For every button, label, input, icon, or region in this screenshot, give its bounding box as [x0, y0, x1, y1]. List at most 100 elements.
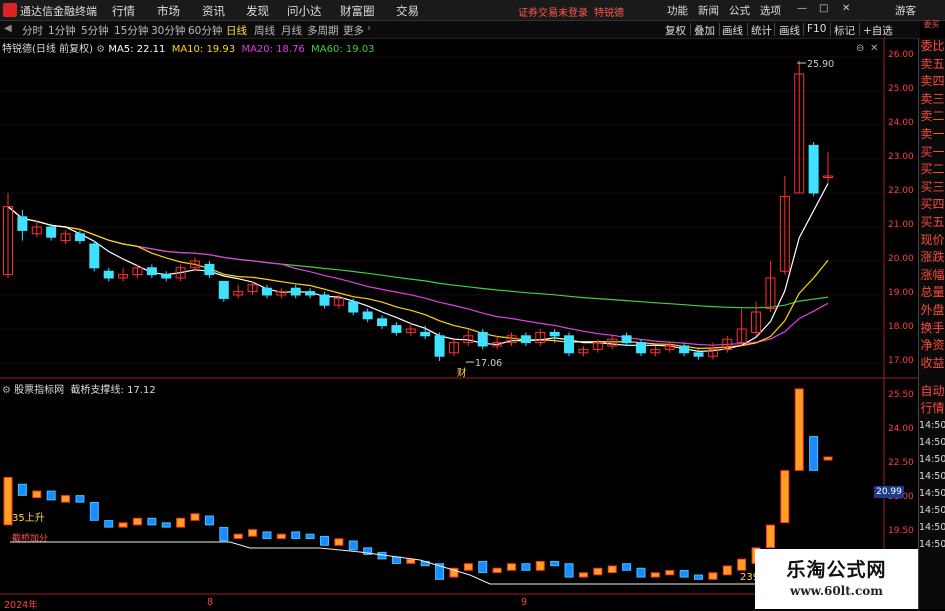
candle-body	[46, 226, 57, 238]
quote-field-label: 买五	[920, 215, 945, 229]
quote-field-label: 买三	[920, 179, 945, 194]
signal-bar	[521, 563, 531, 571]
signal-bar	[391, 556, 401, 564]
signal-bar	[593, 567, 603, 576]
candle-body	[635, 342, 646, 354]
signal-bar	[262, 531, 272, 539]
quote-panel: 委比 卖五 卖四 卖三 卖二 卖一 买一 买二 买三 买四 买五 现价 涨跌 涨幅 总量 外盘 换手 净资 收益 自动…	[918, 38, 945, 609]
candle-body	[362, 311, 373, 320]
panel-time-item: 14:50	[919, 471, 945, 482]
candle-body	[103, 270, 114, 279]
signal-bar	[147, 517, 157, 526]
signal-bar	[118, 522, 128, 528]
kline-chart[interactable]: 25.90 17.06 财 35上升 截桥加分 239	[0, 0, 945, 609]
watermark-url: www.60lt.com	[790, 584, 883, 598]
candle-body	[808, 144, 819, 194]
candle-body	[218, 280, 229, 299]
candle-body	[319, 294, 330, 306]
panel-time-item[interactable]: 行情	[919, 400, 945, 417]
quote-field-label: 买一	[920, 144, 945, 159]
signal-bar	[32, 490, 42, 499]
ma-line	[7, 206, 829, 309]
sub-y-tick: 19.50	[888, 526, 914, 536]
candle-body	[146, 267, 157, 276]
signal-bar	[809, 436, 819, 471]
quote-field-label: 卖三	[920, 91, 945, 106]
candle-body	[477, 331, 488, 347]
quote-field-label: 卖二	[920, 109, 945, 124]
signal-bar	[3, 476, 13, 526]
quote-field-label: 现价	[920, 232, 945, 247]
quote-field-label: 涨幅	[920, 267, 945, 282]
panel-time-item: 14:50	[919, 488, 945, 499]
signal-bar	[478, 560, 488, 574]
quote-field-label: 委比	[920, 39, 945, 53]
quote-field-label: 卖一	[920, 127, 945, 141]
panel-time-item: 14:50	[919, 437, 945, 448]
low-tag: 财	[457, 367, 467, 379]
candle-body	[17, 216, 28, 231]
watermark: 乐淘公式网 www.60lt.com	[755, 549, 918, 609]
y-tick: 17.00	[888, 356, 914, 366]
signal-bar	[348, 540, 358, 551]
signal-bar	[161, 522, 171, 528]
candle-body	[74, 233, 85, 242]
signal-bar	[463, 563, 473, 571]
candle-body	[348, 301, 359, 313]
candle-body	[290, 287, 301, 296]
x-tick: 8	[207, 597, 214, 608]
candle-body	[621, 335, 632, 344]
y-tick: 20.00	[888, 254, 914, 264]
watermark-title: 乐淘公式网	[786, 559, 887, 581]
panel-time-item: 14:50	[919, 454, 945, 465]
y-tick: 19.00	[888, 288, 914, 298]
signal-bar	[248, 529, 258, 537]
sub-y-tick: 24.00	[888, 424, 914, 434]
quote-field-label: 换手	[920, 320, 945, 335]
signal-bar	[737, 558, 747, 571]
y-tick: 21.00	[888, 220, 914, 230]
signal-bar	[694, 574, 704, 580]
candle-body	[693, 352, 704, 357]
signal-bar	[190, 513, 200, 521]
quote-field-label: 卖四	[920, 74, 945, 89]
signal-bar	[722, 565, 732, 576]
y-tick: 26.00	[888, 50, 914, 60]
signal-bar	[535, 560, 545, 571]
signal-bar	[507, 563, 517, 571]
signal-bar	[823, 456, 833, 461]
signal-bar	[550, 560, 560, 567]
signal-bar	[75, 495, 85, 503]
signal-bar	[46, 490, 56, 501]
signal-bar	[622, 563, 632, 571]
signal-bar	[708, 572, 718, 580]
y-tick: 24.00	[888, 118, 914, 128]
support-line	[229, 541, 760, 585]
candle-body	[420, 331, 431, 337]
ma-line	[7, 206, 829, 350]
quote-field-label: 买四	[920, 197, 945, 212]
low-price-label: 17.06	[475, 358, 502, 369]
signal-bar	[291, 531, 301, 539]
signal-bar	[650, 572, 660, 578]
sub-y-tick: 22.50	[888, 458, 914, 468]
signal-bar	[780, 470, 790, 524]
candle-body	[377, 318, 388, 327]
candle-body	[564, 335, 575, 354]
signal-bar	[233, 533, 243, 539]
panel-time-item: 14:50	[919, 505, 945, 516]
candle-body	[679, 345, 690, 354]
panel-time-item[interactable]: 自动	[919, 383, 945, 400]
signal-bar	[132, 517, 142, 526]
candle-body	[549, 331, 560, 337]
signal-bar	[61, 495, 71, 503]
signal-bar	[305, 533, 315, 539]
candle-body	[204, 263, 215, 276]
x-tick: 9	[521, 597, 528, 608]
signal-bar	[665, 570, 675, 576]
candle-body	[391, 325, 402, 333]
panel-time-item: 14:50	[919, 522, 945, 533]
signal-bar	[765, 524, 775, 549]
signal-bar	[219, 526, 229, 542]
candle-body	[434, 335, 445, 357]
